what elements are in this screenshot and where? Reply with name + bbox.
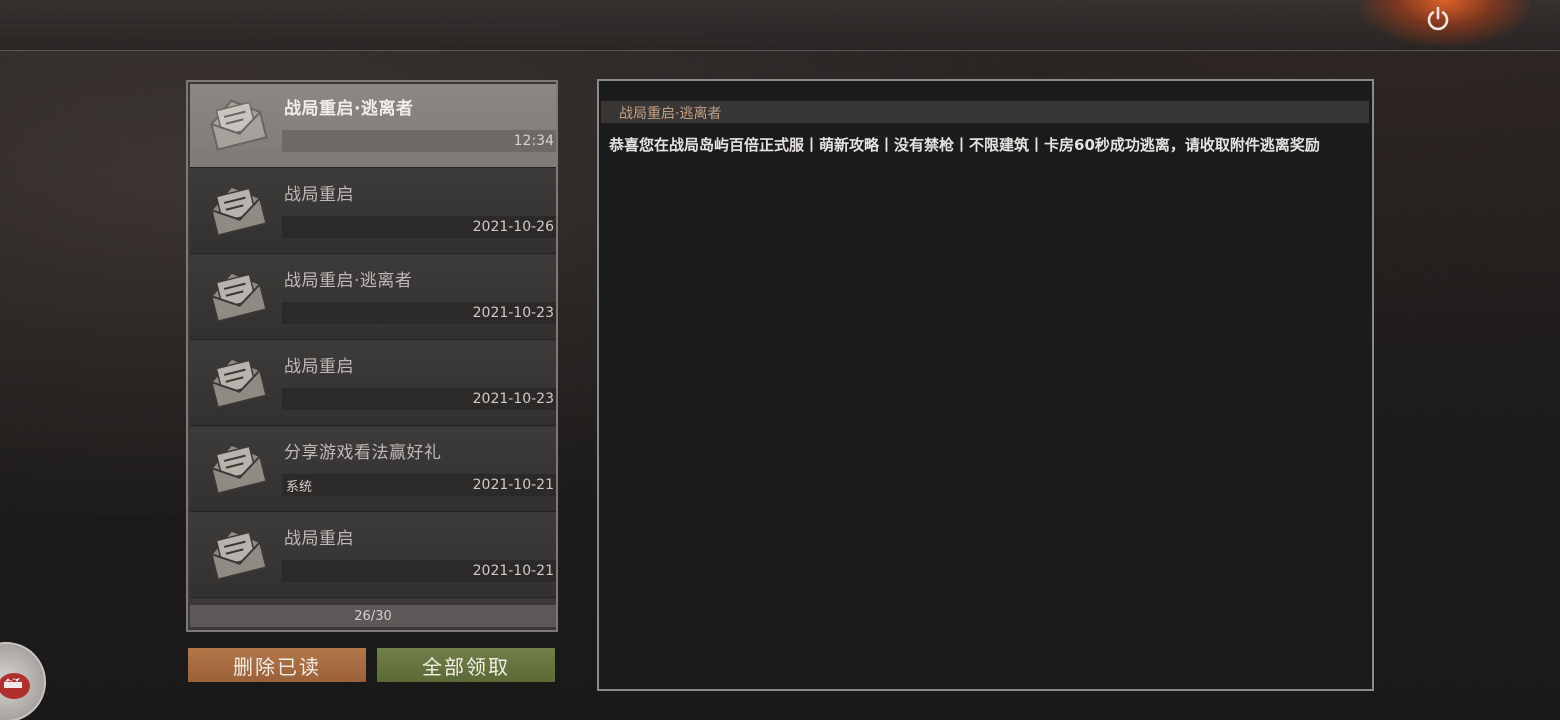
open-envelope-icon [210, 271, 268, 323]
open-envelope-icon [210, 357, 268, 409]
open-envelope-icon [210, 443, 268, 495]
power-icon [1427, 6, 1449, 31]
open-envelope-icon [210, 99, 268, 151]
mail-date: 2021-10-26 [472, 219, 554, 235]
mail-content-header: 战局重启·逃离者 [601, 101, 1369, 123]
mail-content-panel: 战局重启·逃离者 恭喜您在战局岛屿百倍正式服丨萌新攻略丨没有禁枪丨不限建筑丨卡房… [597, 79, 1374, 691]
mail-date: 2021-10-21 [472, 477, 554, 493]
mail-item[interactable]: 战局重启·逃离者 12:34 [190, 84, 556, 168]
mail-title: 战局重启·逃离者 [284, 99, 414, 119]
mail-title: 战局重启 [284, 185, 354, 205]
mail-count: 26/30 [354, 609, 392, 624]
mail-item[interactable]: 战局重启 2021-10-23 [190, 342, 556, 426]
claim-all-button[interactable]: 全部领取 [377, 648, 555, 682]
mail-content-title: 战局重启·逃离者 [619, 106, 722, 122]
delete-read-button[interactable]: 删除已读 [188, 648, 366, 682]
mail-title: 战局重启 [284, 357, 354, 377]
mail-list: 战局重启·逃离者 12:34 战局重启 2021-10-26 战局重启·逃离者 … [186, 80, 558, 632]
avatar[interactable] [0, 642, 46, 720]
mail-content-body: 恭喜您在战局岛屿百倍正式服丨萌新攻略丨没有禁枪丨不限建筑丨卡房60秒成功逃离，请… [609, 136, 1320, 154]
mail-sender: 系统 [286, 480, 313, 495]
mail-title: 战局重启·逃离者 [284, 271, 413, 291]
mail-date: 2021-10-21 [472, 563, 554, 579]
mail-item[interactable]: 战局重启·逃离者 2021-10-23 [190, 256, 556, 340]
mail-date: 12:34 [513, 133, 554, 149]
mail-meta-bar: 12:34 [282, 130, 556, 152]
mail-count-bar: 26/30 [190, 605, 556, 627]
mail-meta-bar: 2021-10-26 [282, 216, 556, 238]
mail-meta-bar: 2021-10-23 [282, 388, 556, 410]
open-envelope-icon [210, 529, 268, 581]
mail-item[interactable]: 战局重启 2021-10-26 [190, 170, 556, 254]
mail-item[interactable]: 战局重启 2021-10-21 [190, 514, 556, 598]
top-bar [0, 0, 1560, 51]
mail-title: 战局重启 [284, 529, 354, 549]
mail-meta-bar: 系统 2021-10-21 [282, 474, 556, 496]
mail-date: 2021-10-23 [472, 391, 554, 407]
mail-item[interactable]: 分享游戏看法赢好礼 系统 2021-10-21 [190, 428, 556, 512]
mail-date: 2021-10-23 [472, 305, 554, 321]
power-button[interactable] [1421, 2, 1455, 36]
avatar-character-icon [0, 673, 30, 699]
mail-title: 分享游戏看法赢好礼 [284, 443, 442, 463]
mail-meta-bar: 2021-10-21 [282, 560, 556, 582]
mail-meta-bar: 2021-10-23 [282, 302, 556, 324]
open-envelope-icon [210, 185, 268, 237]
